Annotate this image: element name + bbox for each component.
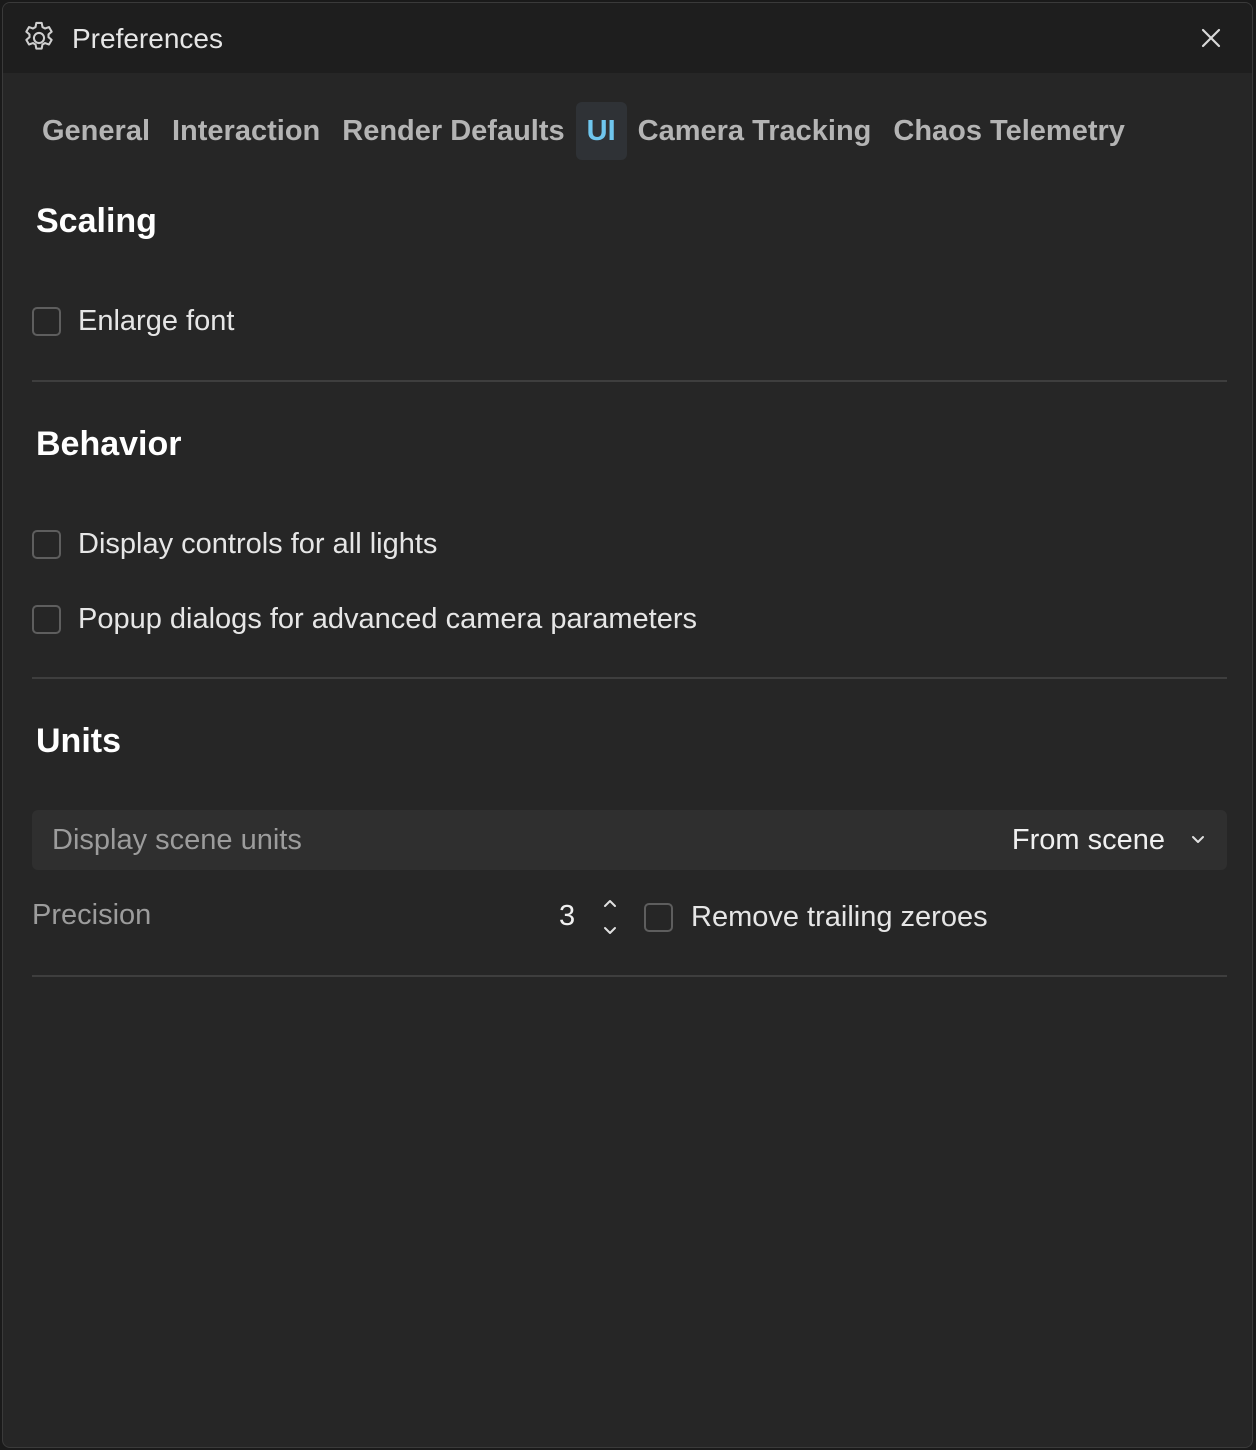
precision-label: Precision [32,899,152,931]
remove-trailing-zeroes-label: Remove trailing zeroes [691,901,988,933]
section-title-scaling: Scaling [36,202,157,240]
close-icon[interactable] [1193,20,1229,56]
popup-dialogs-checkbox[interactable] [32,605,61,634]
title-bar: Preferences [3,3,1252,73]
display-controls-option[interactable]: Display controls for all lights [32,528,437,561]
tab-chaos-telemetry[interactable]: Chaos Telemetry [882,102,1136,160]
tab-bar: General Interaction Render Defaults UI C… [31,101,1136,161]
section-title-behavior: Behavior [36,425,182,463]
dialog-title: Preferences [72,23,223,54]
remove-trailing-zeroes-checkbox[interactable] [644,903,673,932]
preferences-dialog: Preferences General Interaction Render D… [2,2,1253,1448]
section-title-units: Units [36,722,121,760]
tab-interaction[interactable]: Interaction [161,102,331,160]
chevron-down-icon[interactable] [599,919,621,941]
gear-icon [25,21,53,50]
display-controls-label: Display controls for all lights [78,528,438,560]
popup-dialogs-label: Popup dialogs for advanced camera parame… [78,603,698,635]
enlarge-font-label: Enlarge font [78,305,235,337]
popup-dialogs-option[interactable]: Popup dialogs for advanced camera parame… [32,603,697,636]
tab-camera-tracking[interactable]: Camera Tracking [627,102,883,160]
section-divider [32,975,1227,977]
display-controls-checkbox[interactable] [32,530,61,559]
tab-render-defaults[interactable]: Render Defaults [331,102,575,160]
precision-input[interactable]: 3 [559,898,575,934]
chevron-down-icon[interactable] [1187,829,1209,851]
scene-units-value[interactable]: From scene [1012,822,1165,858]
precision-stepper[interactable] [599,893,621,941]
enlarge-font-option[interactable]: Enlarge font [32,305,234,338]
scene-units-dropdown[interactable]: Display scene units From scene [32,810,1227,870]
tab-ui[interactable]: UI [575,102,627,160]
tab-general[interactable]: General [31,102,161,160]
section-divider [32,380,1227,382]
scene-units-label: Display scene units [52,824,302,856]
enlarge-font-checkbox[interactable] [32,307,61,336]
chevron-up-icon[interactable] [599,893,621,915]
section-divider [32,677,1227,679]
remove-trailing-zeroes-option[interactable]: Remove trailing zeroes [644,901,988,934]
